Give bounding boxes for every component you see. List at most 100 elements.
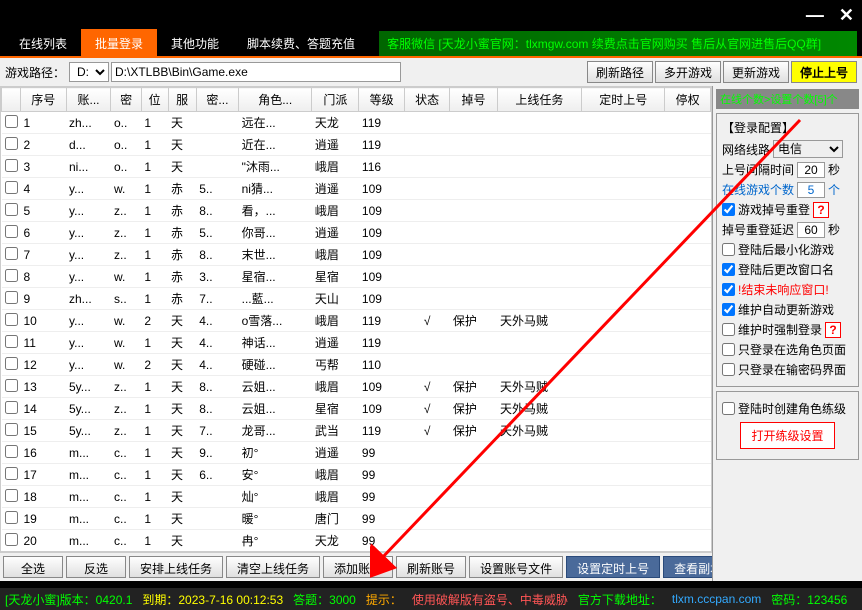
tab-online-list[interactable]: 在线列表 xyxy=(5,29,81,58)
row-check[interactable] xyxy=(5,291,18,304)
arrange-task-button[interactable]: 安排上线任务 xyxy=(129,556,223,578)
interval-input[interactable] xyxy=(797,162,825,178)
table-row[interactable]: 4y...w.1赤5.. ni猜...逍遥109 xyxy=(2,178,711,200)
table-row[interactable]: 3ni...o..1天 "沐雨...峨眉116 xyxy=(2,156,711,178)
path-label: 游戏路径： xyxy=(5,64,65,81)
col-stop[interactable]: 停权 xyxy=(665,88,711,112)
rename-check[interactable] xyxy=(722,263,735,276)
col-srv[interactable]: 服 xyxy=(168,88,196,112)
path-input[interactable] xyxy=(111,62,401,82)
help-icon[interactable]: ? xyxy=(813,202,829,218)
table-row[interactable]: 135y...z..1天8.. 云姐...峨眉109√保护天外马贼 xyxy=(2,376,711,398)
set-timer-button[interactable]: 设置定时上号 xyxy=(566,556,660,578)
online-count-input[interactable] xyxy=(797,182,825,198)
col-pos[interactable]: 位 xyxy=(141,88,168,112)
col-lvl[interactable]: 等级 xyxy=(359,88,405,112)
row-check[interactable] xyxy=(5,159,18,172)
net-label: 网络线路 xyxy=(722,141,770,158)
table-row[interactable]: 6y...z..1赤5.. 你哥...逍遥109 xyxy=(2,222,711,244)
select-all-button[interactable]: 全选 xyxy=(3,556,63,578)
col-state[interactable]: 状态 xyxy=(404,88,450,112)
table-row[interactable]: 2d...o..1天 近在...逍遥119 xyxy=(2,134,711,156)
invert-select-button[interactable]: 反选 xyxy=(66,556,126,578)
row-check[interactable] xyxy=(5,181,18,194)
minimize-check[interactable] xyxy=(722,243,735,256)
row-check[interactable] xyxy=(5,247,18,260)
row-check[interactable] xyxy=(5,115,18,128)
row-check[interactable] xyxy=(5,203,18,216)
table-row[interactable]: 1zh...o..1天 远在...天龙119 xyxy=(2,112,711,134)
kill-noresp-check[interactable] xyxy=(722,283,735,296)
row-check[interactable] xyxy=(5,379,18,392)
row-check[interactable] xyxy=(5,269,18,282)
tab-renew[interactable]: 脚本续费、答题充值 xyxy=(233,29,369,58)
only-select-check[interactable] xyxy=(722,343,735,356)
open-level-button[interactable]: 打开练级设置 xyxy=(740,422,834,449)
stop-login-button[interactable]: 停止上号 xyxy=(791,61,857,83)
col-sec[interactable]: 密... xyxy=(196,88,238,112)
row-check[interactable] xyxy=(5,423,18,436)
tab-other[interactable]: 其他功能 xyxy=(157,29,233,58)
col-seq[interactable]: 序号 xyxy=(21,88,67,112)
table-row[interactable]: 17m...c..1天6.. 安°峨眉99 xyxy=(2,464,711,486)
net-select[interactable]: 电信 xyxy=(773,140,843,158)
row-check[interactable] xyxy=(5,225,18,238)
maint-force-check[interactable] xyxy=(722,323,735,336)
online-count-label: 在线游戏个数 xyxy=(722,181,794,198)
maint-auto-check[interactable] xyxy=(722,303,735,316)
table-row[interactable]: 11y...w.1天4.. 神话...逍遥119 xyxy=(2,332,711,354)
table-row[interactable]: 5y...z..1赤8.. 看，...峨眉109 xyxy=(2,200,711,222)
table-row[interactable]: 8y...w.1赤3.. 星宿...星宿109 xyxy=(2,266,711,288)
row-check[interactable] xyxy=(5,401,18,414)
drop-delay-input[interactable] xyxy=(797,222,825,238)
col-drop[interactable]: 掉号 xyxy=(450,88,497,112)
refresh-path-button[interactable]: 刷新路径 xyxy=(587,61,653,83)
col-timer[interactable]: 定时上号 xyxy=(582,88,665,112)
table-row[interactable]: 145y...z..1天8.. 云姐...星宿109√保护天外马贼 xyxy=(2,398,711,420)
tab-batch-login[interactable]: 批量登录 xyxy=(81,29,157,58)
refresh-account-button[interactable]: 刷新账号 xyxy=(396,556,466,578)
table-row[interactable]: 19m...c..1天 暖°唐门99 xyxy=(2,508,711,530)
row-check[interactable] xyxy=(5,445,18,458)
col-acc[interactable]: 账... xyxy=(66,88,111,112)
row-check[interactable] xyxy=(5,489,18,502)
drop-delay-label: 掉号重登延迟 xyxy=(722,221,794,238)
clear-task-button[interactable]: 清空上线任务 xyxy=(226,556,320,578)
update-game-button[interactable]: 更新游戏 xyxy=(723,61,789,83)
set-file-button[interactable]: 设置账号文件 xyxy=(469,556,563,578)
row-check[interactable] xyxy=(5,313,18,326)
col-sect[interactable]: 门派 xyxy=(312,88,359,112)
row-check[interactable] xyxy=(5,467,18,480)
minimize-button[interactable]: — xyxy=(806,5,824,26)
row-check[interactable] xyxy=(5,357,18,370)
status-bar: [天龙小蜜]版本：0420.1 到期：2023-7-16 00:12:53 答题… xyxy=(0,588,862,610)
table-row[interactable]: 9zh...s..1赤7.. ...藍...天山109 xyxy=(2,288,711,310)
row-check[interactable] xyxy=(5,511,18,524)
table-row[interactable]: 20m...c..1天 冉°天龙99 xyxy=(2,530,711,552)
help-icon[interactable]: ? xyxy=(825,322,841,338)
table-row[interactable]: 10y...w.2天4.. o雪落...峨眉119√保护天外马贼 xyxy=(2,310,711,332)
only-pwd-check[interactable] xyxy=(722,363,735,376)
row-check[interactable] xyxy=(5,533,18,546)
multi-open-button[interactable]: 多开游戏 xyxy=(655,61,721,83)
col-task[interactable]: 上线任务 xyxy=(497,88,582,112)
table-row[interactable]: 12y...w.2天4.. 硬碰...丐帮110 xyxy=(2,354,711,376)
col-pwd[interactable]: 密 xyxy=(111,88,141,112)
drive-select[interactable]: D: xyxy=(69,62,109,82)
online-count-banner: 在线个数>设置个数[5]个 xyxy=(716,89,859,109)
row-check[interactable] xyxy=(5,137,18,150)
row-check[interactable] xyxy=(5,335,18,348)
table-row[interactable]: 18m...c..1天 灿°峨眉99 xyxy=(2,486,711,508)
col-role[interactable]: 角色... xyxy=(239,88,312,112)
table-row[interactable]: 7y...z..1赤8.. 末世...峨眉109 xyxy=(2,244,711,266)
drop-relogin-check[interactable] xyxy=(722,203,735,216)
table-row[interactable]: 155y...z..1天7.. 龙哥...武当119√保护天外马贼 xyxy=(2,420,711,442)
login-config-title: 【登录配置】 xyxy=(722,119,853,136)
close-button[interactable]: ✕ xyxy=(839,5,854,26)
accounts-table: 序号账...密位服密...角色...门派等级状态掉号上线任务定时上号停权 1zh… xyxy=(1,87,711,552)
interval-label: 上号间隔时间 xyxy=(722,161,794,178)
marquee-text: 客服微信 [天龙小蜜官网：tlxmgw.com 续费点击官网购买 售后从官网进售… xyxy=(379,31,857,56)
table-row[interactable]: 16m...c..1天9.. 初°逍遥99 xyxy=(2,442,711,464)
create-role-check[interactable] xyxy=(722,402,735,415)
add-account-button[interactable]: 添加账号 xyxy=(323,556,393,578)
